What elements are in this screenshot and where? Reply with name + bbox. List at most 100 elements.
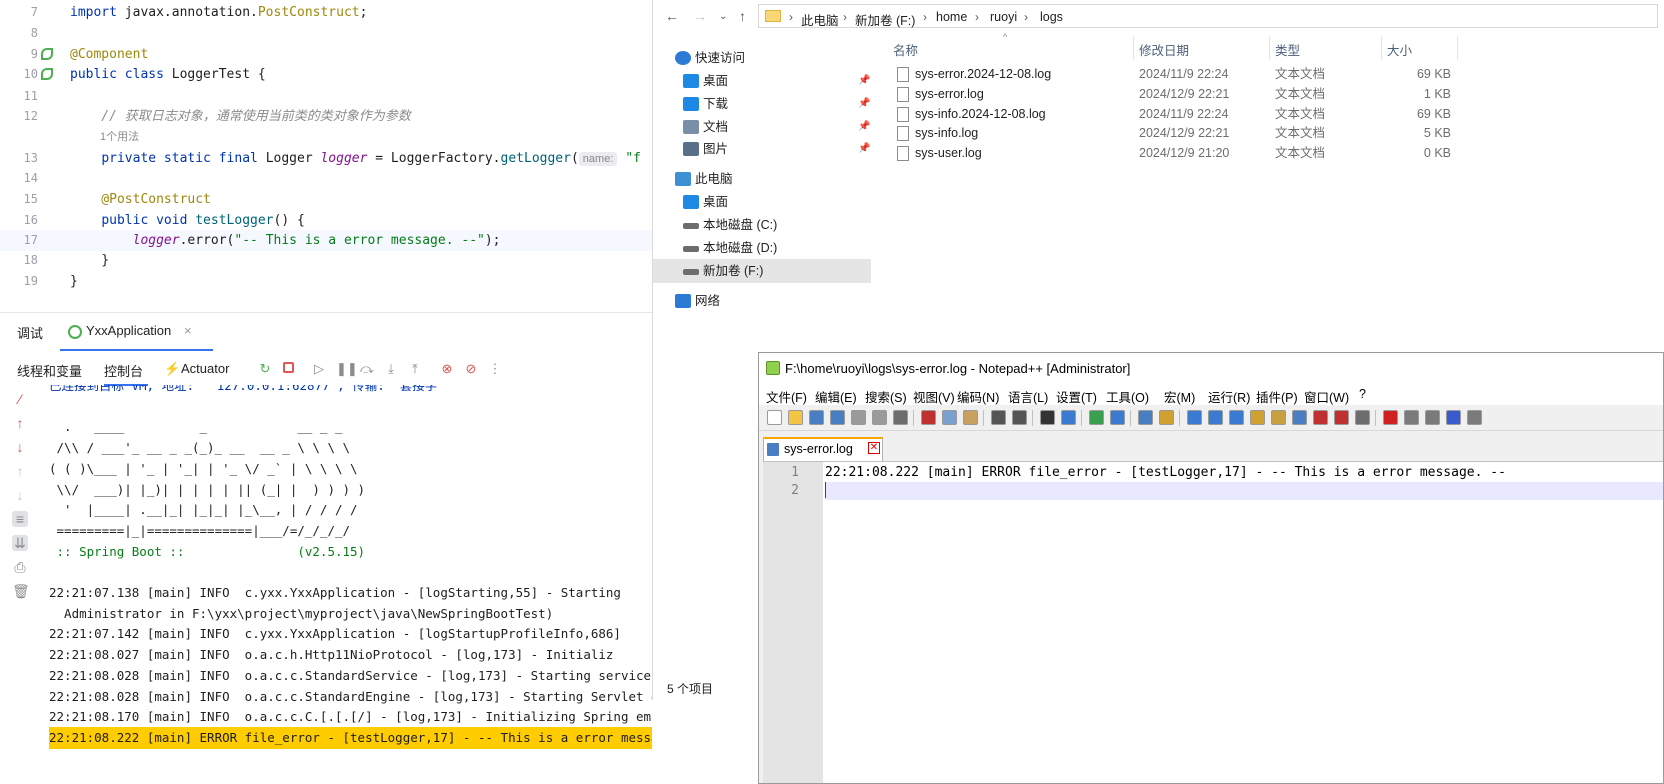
bean-icon[interactable] [41,48,53,60]
pause-icon[interactable]: ❚❚ [336,362,358,376]
step-over-icon[interactable]: ⤼ [360,362,374,376]
column-name[interactable]: 名称 [893,40,918,59]
play-macro-icon[interactable] [1425,410,1440,425]
nav-item[interactable]: 文档 📌 [653,115,871,139]
run-macro-icon[interactable] [1446,410,1461,425]
undo-icon[interactable] [991,410,1006,425]
nav-item[interactable]: 此电脑 [653,167,871,191]
scroll-to-end-icon[interactable]: ⇊ [12,535,28,551]
file-row[interactable]: sys-error.log 2024/12/9 22:21 文本文档 1 KB [873,84,1473,105]
save-all-icon[interactable] [830,410,845,425]
menu-item[interactable]: 语言(L) [1008,387,1048,406]
nav-item[interactable]: 本地磁盘 (C:) [653,213,871,237]
bean-link-icon[interactable] [41,68,53,80]
npp-title-bar[interactable]: F:\home\ruoyi\logs\sys-error.log - Notep… [759,353,1663,383]
stop-macro-icon[interactable] [1404,410,1419,425]
nav-item[interactable]: 本地磁盘 (D:) [653,236,871,260]
redo-icon[interactable] [1012,410,1027,425]
up-folder-icon[interactable]: ↑ [739,8,746,24]
trash-icon[interactable]: 🗑 [12,583,30,599]
file-row[interactable]: sys-info.2024-12-08.log 2024/11/9 22:24 文本… [873,104,1473,125]
menu-item[interactable]: 窗口(W) [1304,387,1349,406]
menu-item[interactable]: 工具(O) [1106,387,1149,406]
find-icon[interactable] [1040,410,1055,425]
tab-sys-error-log[interactable]: sys-error.log ✕ [763,437,883,461]
console-output[interactable]: 已连接到目标 VM, 地址: ''127.0.0.1:62877', 传输: '… [40,385,652,784]
column-type[interactable]: 类型 [1275,40,1300,59]
record-macro-icon[interactable] [1383,410,1398,425]
print-icon[interactable]: ⎙ [12,559,28,575]
nav-item[interactable]: 新加卷 (F:) [653,259,871,283]
tab-threads-variables[interactable]: 线程和变量 [17,361,82,380]
cut-icon[interactable] [921,410,936,425]
up-arrow-icon[interactable]: ↑ [12,415,28,431]
menu-item[interactable]: 设置(T) [1056,387,1097,406]
down-arrow-icon[interactable]: ↓ [12,439,28,455]
breadcrumb-ruoyi[interactable]: ruoyi [990,10,1017,24]
sync-h-icon[interactable] [1159,410,1174,425]
nav-item[interactable]: 桌面 📌 [653,69,871,93]
close-tab-icon[interactable]: × [184,323,192,338]
file-row[interactable]: sys-user.log 2024/12/9 21:20 文本文档 0 KB [873,143,1473,164]
step-out-icon[interactable]: ⤒ [408,362,422,376]
menu-item[interactable]: 插件(P) [1256,387,1298,406]
nav-item[interactable]: 下载 📌 [653,92,871,116]
code-editor[interactable]: 7 import javax.annotation.PostConstruct; 8… [0,0,652,312]
mute-breakpoints-icon[interactable]: ⊘ [464,362,478,376]
monitor-icon[interactable] [1355,410,1370,425]
file-row[interactable]: sys-info.log 2024/12/9 22:21 文本文档 5 KB [873,123,1473,144]
function-list-icon[interactable] [1313,410,1328,425]
sync-v-icon[interactable] [1138,410,1153,425]
doc-map-icon[interactable] [1271,410,1286,425]
scroll-down-icon[interactable]: ↓ [12,487,28,503]
usage-hint[interactable]: 1个用法 [0,127,652,148]
copy-icon[interactable] [942,410,957,425]
nav-item[interactable]: 快速访问 [653,46,871,70]
column-date[interactable]: 修改日期 [1139,40,1189,59]
print-icon[interactable] [893,410,908,425]
menu-item[interactable]: 文件(F) [766,387,807,406]
close-tab-icon[interactable]: ✕ [868,442,880,454]
more-options-icon[interactable]: ⋮ [488,362,502,376]
stop-icon[interactable] [281,362,295,376]
doc-list-icon[interactable] [1292,410,1307,425]
replace-icon[interactable] [1061,410,1076,425]
column-divider[interactable] [1457,36,1458,60]
npp-text-area[interactable]: 12 22:21:08.222 [main] ERROR file_error … [763,461,1663,783]
clear-icon[interactable]: ⁄ [12,391,28,407]
soft-wrap-icon[interactable]: ≡ [12,511,28,527]
nav-item[interactable]: 桌面 [653,190,871,214]
breadcrumb-this-pc[interactable]: 此电脑 [801,10,839,29]
close-icon[interactable] [851,410,866,425]
tab-debug[interactable]: 调试 [17,323,43,342]
recent-locations-icon[interactable]: ⌄ [719,11,727,22]
breadcrumb-logs[interactable]: logs [1040,10,1063,24]
column-size[interactable]: 大小 [1387,40,1412,59]
step-into-icon[interactable]: ⤓ [384,362,398,376]
menu-item[interactable]: 搜索(S) [865,387,907,406]
menu-item[interactable]: 运行(R) [1208,387,1250,406]
all-chars-icon[interactable] [1208,410,1223,425]
path-box[interactable]: › 此电脑 › 新加卷 (F:) › home › ruoyi › logs [758,4,1658,28]
folder-workspace-icon[interactable] [1334,410,1349,425]
save-macro-icon[interactable] [1467,410,1482,425]
paste-icon[interactable] [963,410,978,425]
save-icon[interactable] [809,410,824,425]
zoom-in-icon[interactable] [1089,410,1104,425]
breadcrumb-home[interactable]: home [936,10,967,24]
menu-item[interactable]: 视图(V) [913,387,955,406]
zoom-out-icon[interactable] [1110,410,1125,425]
close-all-icon[interactable] [872,410,887,425]
menu-item[interactable]: 宏(M) [1164,387,1195,406]
column-divider[interactable] [1381,36,1382,60]
back-arrow-icon[interactable]: ← [665,8,679,24]
menu-item[interactable]: ? [1359,387,1366,401]
menu-item[interactable]: 编码(N) [957,387,999,406]
tab-actuator[interactable]: Actuator [181,361,229,376]
rerun-icon[interactable]: ↻ [258,362,272,376]
indent-guide-icon[interactable] [1229,410,1244,425]
resume-icon[interactable]: ▷ [312,362,326,376]
nav-item[interactable]: 图片 📌 [653,137,871,161]
nav-item[interactable]: 网络 [653,289,871,313]
tab-console[interactable]: 控制台 [104,361,143,380]
